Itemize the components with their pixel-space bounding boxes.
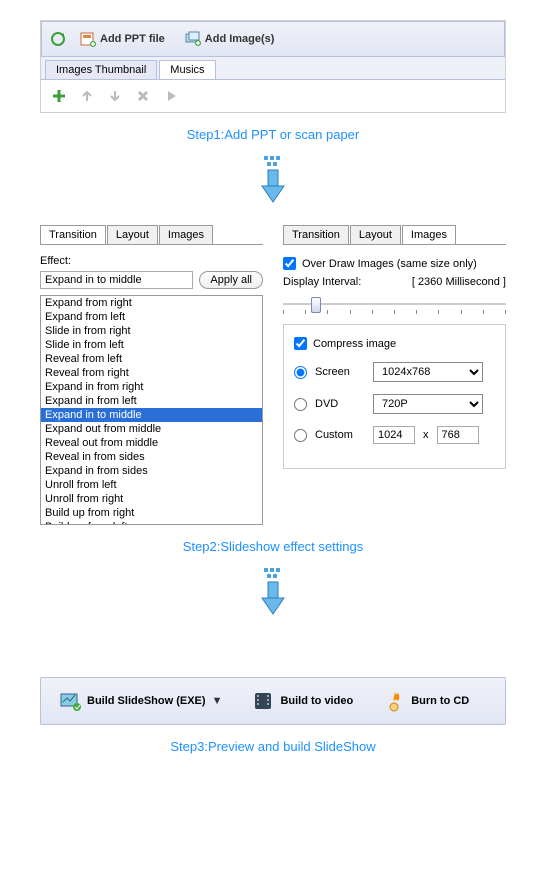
- effect-item[interactable]: Expand in from left: [41, 394, 262, 408]
- custom-radio[interactable]: [294, 429, 307, 442]
- effect-item[interactable]: Expand from right: [41, 296, 262, 310]
- images-col: Transition Layout Images Over Draw Image…: [283, 225, 506, 525]
- effect-item[interactable]: Unroll from left: [41, 478, 262, 492]
- effect-item[interactable]: Reveal from right: [41, 366, 262, 380]
- flame-icon: [383, 690, 405, 712]
- build-slideshow-label: Build SlideShow (EXE): [87, 695, 206, 707]
- arrow-down-icon[interactable]: [107, 88, 123, 104]
- effect-label: Effect:: [40, 255, 263, 267]
- dvd-label: DVD: [315, 398, 365, 410]
- apply-all-button[interactable]: Apply all: [199, 271, 263, 289]
- screen-label: Screen: [315, 366, 365, 378]
- compress-group: Compress image Screen 1024x768 DVD 720P …: [283, 324, 506, 469]
- add-ppt-label: Add PPT file: [100, 33, 165, 45]
- arrow-2: [40, 568, 506, 619]
- step3-label: Step3:Preview and build SlideShow: [40, 739, 506, 754]
- effect-item[interactable]: Slide in from right: [41, 324, 262, 338]
- left-tabs: Transition Layout Images: [40, 225, 263, 245]
- effect-input[interactable]: [40, 271, 193, 289]
- effect-item[interactable]: Expand out from middle: [41, 422, 262, 436]
- overdraw-checkbox[interactable]: [283, 257, 296, 270]
- display-interval-value: [ 2360 Millisecond ]: [412, 276, 506, 288]
- burn-cd-label: Burn to CD: [411, 695, 469, 707]
- build-video-label: Build to video: [280, 695, 353, 707]
- effect-item[interactable]: Expand in from right: [41, 380, 262, 394]
- tab-layout[interactable]: Layout: [107, 225, 158, 244]
- build-slideshow-button[interactable]: Build SlideShow (EXE) ▼: [53, 686, 228, 716]
- screen-combo[interactable]: 1024x768: [373, 362, 483, 382]
- music-toolbar: [41, 80, 505, 112]
- step1-label: Step1:Add PPT or scan paper: [40, 127, 506, 142]
- transition-col: Transition Layout Images Effect: Apply a…: [40, 225, 263, 525]
- images-icon: [185, 31, 201, 47]
- effects-listbox[interactable]: Expand from rightExpand from leftSlide i…: [40, 295, 263, 525]
- effect-item[interactable]: Slide in from left: [41, 338, 262, 352]
- effect-item[interactable]: Expand from left: [41, 310, 262, 324]
- right-tabs: Transition Layout Images: [283, 225, 506, 245]
- tab-musics[interactable]: Musics: [159, 60, 215, 79]
- screen-radio[interactable]: [294, 366, 307, 379]
- add-images-button[interactable]: Add Image(s): [179, 28, 281, 50]
- add-ppt-button[interactable]: Add PPT file: [74, 28, 171, 50]
- slideshow-icon: [59, 690, 81, 712]
- effect-item[interactable]: Expand in from sides: [41, 464, 262, 478]
- display-interval-label: Display Interval:: [283, 276, 361, 288]
- custom-width[interactable]: [373, 426, 415, 444]
- build-video-button[interactable]: Build to video: [246, 686, 359, 716]
- dvd-radio[interactable]: [294, 398, 307, 411]
- effect-item[interactable]: Build up from left: [41, 520, 262, 525]
- effect-item[interactable]: Expand in to middle: [41, 408, 262, 422]
- effect-item[interactable]: Reveal in from sides: [41, 450, 262, 464]
- tab-images-thumbnail[interactable]: Images Thumbnail: [45, 60, 157, 79]
- play-icon[interactable]: [163, 88, 179, 104]
- interval-slider[interactable]: [283, 294, 506, 314]
- burn-cd-button[interactable]: Burn to CD: [377, 686, 475, 716]
- tab-images[interactable]: Images: [159, 225, 213, 244]
- arrow-up-icon[interactable]: [79, 88, 95, 104]
- tab-transition[interactable]: Transition: [40, 225, 106, 244]
- build-toolbar: Build SlideShow (EXE) ▼ Build to video B…: [40, 677, 506, 725]
- add-images-label: Add Image(s): [205, 33, 275, 45]
- effect-item[interactable]: Unroll from right: [41, 492, 262, 506]
- compress-label: Compress image: [313, 338, 396, 350]
- refresh-icon[interactable]: [50, 31, 66, 47]
- tab-layout-r[interactable]: Layout: [350, 225, 401, 244]
- effect-item[interactable]: Build up from right: [41, 506, 262, 520]
- overdraw-label: Over Draw Images (same size only): [302, 258, 477, 270]
- tab-images-r[interactable]: Images: [402, 225, 456, 244]
- settings-panel: Transition Layout Images Effect: Apply a…: [40, 225, 506, 525]
- top-panel: Add PPT file Add Image(s) Images Thumbna…: [40, 20, 506, 113]
- x-label: x: [423, 429, 429, 441]
- dvd-combo[interactable]: 720P: [373, 394, 483, 414]
- step2-label: Step2:Slideshow effect settings: [40, 539, 506, 554]
- plus-icon[interactable]: [51, 88, 67, 104]
- compress-checkbox[interactable]: [294, 337, 307, 350]
- top-tabs: Images Thumbnail Musics: [41, 57, 505, 80]
- custom-height[interactable]: [437, 426, 479, 444]
- chevron-down-icon: ▼: [212, 695, 223, 707]
- tab-transition-r[interactable]: Transition: [283, 225, 349, 244]
- top-toolbar: Add PPT file Add Image(s): [41, 21, 505, 57]
- arrow-1: [40, 156, 506, 207]
- ppt-icon: [80, 31, 96, 47]
- custom-label: Custom: [315, 429, 365, 441]
- film-icon: [252, 690, 274, 712]
- delete-icon[interactable]: [135, 88, 151, 104]
- effect-item[interactable]: Reveal from left: [41, 352, 262, 366]
- effect-item[interactable]: Reveal out from middle: [41, 436, 262, 450]
